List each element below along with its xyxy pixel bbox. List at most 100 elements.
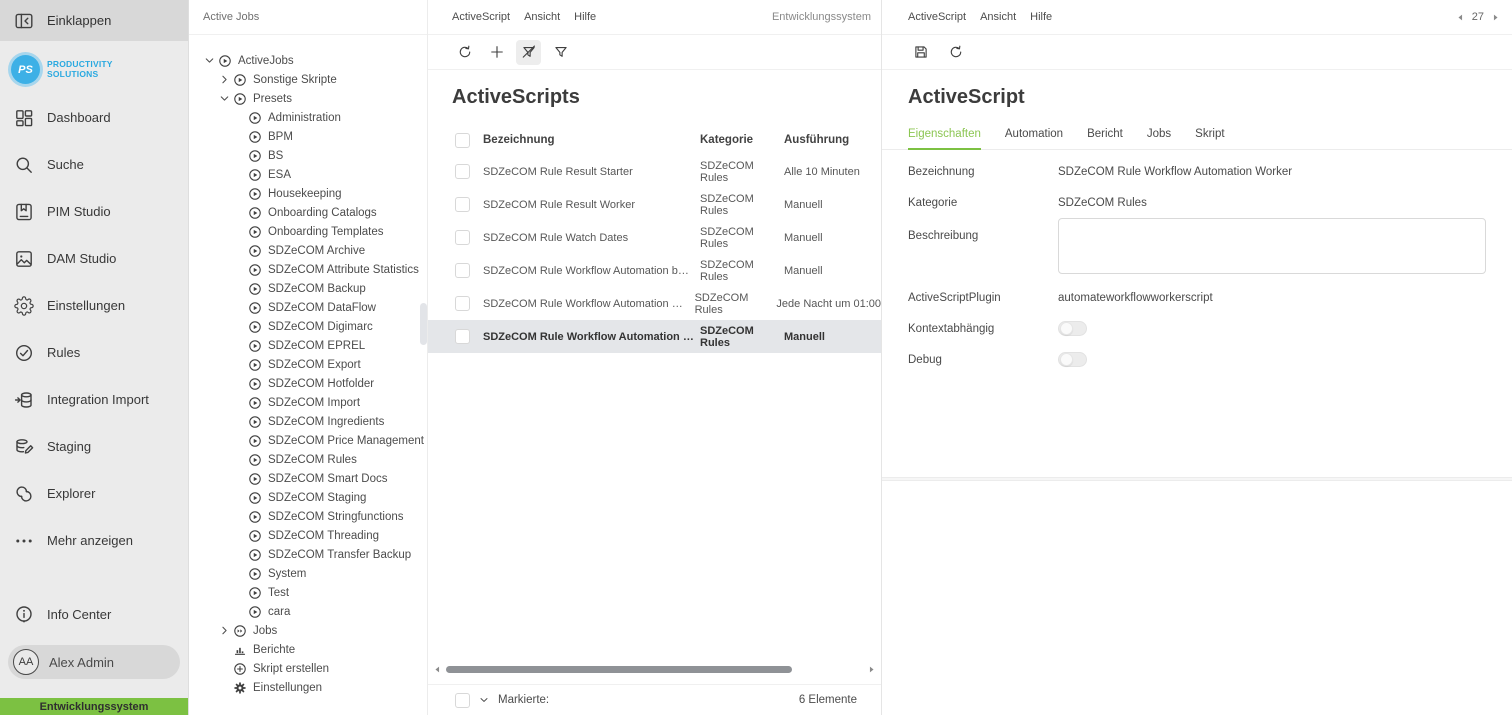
scrollbar-track[interactable] — [442, 666, 867, 673]
tree-node-onboarding-catalogs[interactable]: Onboarding Catalogs — [189, 203, 427, 222]
pager-prev-icon[interactable] — [1456, 13, 1465, 22]
row-checkbox[interactable] — [455, 263, 470, 278]
sidebar-item-pim-studio[interactable]: PIM Studio — [0, 188, 188, 235]
tree-node-sdzecom-staging[interactable]: SDZeCOM Staging — [189, 488, 427, 507]
refresh-button[interactable] — [452, 40, 477, 65]
tree-node-test[interactable]: Test — [189, 583, 427, 602]
tree-node-sdzecom-export[interactable]: SDZeCOM Export — [189, 355, 427, 374]
app-logo[interactable]: PS PRODUCTIVITY SOLUTIONS — [0, 41, 188, 94]
collapse-sidebar-button[interactable]: Einklappen — [0, 0, 188, 41]
filter-button[interactable] — [548, 40, 573, 65]
horizontal-scrollbar[interactable] — [428, 661, 881, 677]
tab-eigenschaften[interactable]: Eigenschaften — [908, 121, 981, 150]
tree-node-sdzecom-stringfunctions[interactable]: SDZeCOM Stringfunctions — [189, 507, 427, 526]
tree-node-onboarding-templates[interactable]: Onboarding Templates — [189, 222, 427, 241]
scroll-right-icon[interactable] — [867, 665, 876, 674]
tree-node-einstellungen[interactable]: Einstellungen — [189, 678, 427, 697]
save-button[interactable] — [908, 40, 933, 65]
detail-menu-hilfe[interactable]: Hilfe — [1030, 11, 1052, 23]
chevron-down-icon[interactable] — [218, 92, 231, 105]
row-checkbox[interactable] — [455, 197, 470, 212]
refresh-button[interactable] — [943, 40, 968, 65]
tree-node-administration[interactable]: Administration — [189, 108, 427, 127]
tab-automation[interactable]: Automation — [1005, 121, 1063, 150]
tree-node-sdzecom-threading[interactable]: SDZeCOM Threading — [189, 526, 427, 545]
tab-jobs[interactable]: Jobs — [1147, 121, 1171, 150]
tree-node-sdzecom-transfer-backup[interactable]: SDZeCOM Transfer Backup — [189, 545, 427, 564]
row-checkbox[interactable] — [455, 230, 470, 245]
sidebar-item-integration-import[interactable]: Integration Import — [0, 376, 188, 423]
tree-node-skript-erstellen[interactable]: Skript erstellen — [189, 659, 427, 678]
chevron-down-icon[interactable] — [203, 54, 216, 67]
tree-node-sdzecom-archive[interactable]: SDZeCOM Archive — [189, 241, 427, 260]
tree-node-berichte[interactable]: Berichte — [189, 640, 427, 659]
tree-node-presets[interactable]: Presets — [189, 89, 427, 108]
chevron-down-icon[interactable] — [478, 694, 490, 706]
kontextabhaengig-toggle[interactable] — [1058, 321, 1087, 336]
row-checkbox[interactable] — [455, 329, 470, 344]
marked-checkbox[interactable] — [455, 693, 470, 708]
table-row[interactable]: SDZeCOM Rule Workflow Automation Starter… — [428, 287, 881, 320]
row-checkbox[interactable] — [455, 164, 470, 179]
tree-node-sdzecom-backup[interactable]: SDZeCOM Backup — [189, 279, 427, 298]
table-row[interactable]: SDZeCOM Rule Watch DatesSDZeCOM RulesMan… — [428, 221, 881, 254]
chevron-right-icon[interactable] — [218, 624, 231, 637]
scrollbar-thumb[interactable] — [446, 666, 792, 673]
tree-node-bpm[interactable]: BPM — [189, 127, 427, 146]
select-all-checkbox[interactable] — [455, 133, 470, 148]
user-menu[interactable]: AA Alex Admin — [8, 645, 180, 679]
column-header-ausfuehrung[interactable]: Ausführung — [784, 134, 881, 146]
sidebar-item-explorer[interactable]: Explorer — [0, 470, 188, 517]
tree-scrollbar-thumb[interactable] — [420, 303, 427, 345]
tree-node-sdzecom-digimarc[interactable]: SDZeCOM Digimarc — [189, 317, 427, 336]
column-header-bezeichnung[interactable]: Bezeichnung — [483, 134, 700, 146]
pager-next-icon[interactable] — [1491, 13, 1500, 22]
add-button[interactable] — [484, 40, 509, 65]
tree-node-cara[interactable]: cara — [189, 602, 427, 621]
list-menu-hilfe[interactable]: Hilfe — [574, 11, 596, 23]
scroll-left-icon[interactable] — [433, 665, 442, 674]
list-menu-activescript[interactable]: ActiveScript — [452, 11, 510, 23]
tree-node-sdzecom-import[interactable]: SDZeCOM Import — [189, 393, 427, 412]
detail-menu-ansicht[interactable]: Ansicht — [980, 11, 1016, 23]
table-row[interactable]: SDZeCOM Rule Workflow Automation by d...… — [428, 254, 881, 287]
tree-node-activejobs[interactable]: ActiveJobs — [189, 51, 427, 70]
sidebar-item-info-center[interactable]: Info Center — [0, 591, 188, 638]
column-header-kategorie[interactable]: Kategorie — [700, 134, 784, 146]
tree-node-sdzecom-dataflow[interactable]: SDZeCOM DataFlow — [189, 298, 427, 317]
table-row[interactable]: SDZeCOM Rule Result StarterSDZeCOM Rules… — [428, 155, 881, 188]
sidebar-item-einstellungen[interactable]: Einstellungen — [0, 282, 188, 329]
beschreibung-textarea[interactable] — [1058, 218, 1486, 274]
sidebar-item-staging[interactable]: Staging — [0, 423, 188, 470]
row-checkbox[interactable] — [455, 296, 470, 311]
tree-node-esa[interactable]: ESA — [189, 165, 427, 184]
debug-toggle[interactable] — [1058, 352, 1087, 367]
sidebar-item-dashboard[interactable]: Dashboard — [0, 94, 188, 141]
tree-node-bs[interactable]: BS — [189, 146, 427, 165]
tree-node-sdzecom-rules[interactable]: SDZeCOM Rules — [189, 450, 427, 469]
tree-node-sdzecom-attribute-statistics[interactable]: SDZeCOM Attribute Statistics — [189, 260, 427, 279]
list-menu-ansicht[interactable]: Ansicht — [524, 11, 560, 23]
tree-node-system[interactable]: System — [189, 564, 427, 583]
sidebar-item-mehr-anzeigen[interactable]: Mehr anzeigen — [0, 517, 188, 564]
table-row[interactable]: SDZeCOM Rule Workflow Automation WorkerS… — [428, 320, 881, 353]
sidebar-item-suche[interactable]: Suche — [0, 141, 188, 188]
filter-off-button[interactable] — [516, 40, 541, 65]
tree-node-housekeeping[interactable]: Housekeeping — [189, 184, 427, 203]
tree-node-sdzecom-eprel[interactable]: SDZeCOM EPREL — [189, 336, 427, 355]
table-row[interactable]: SDZeCOM Rule Result WorkerSDZeCOM RulesM… — [428, 188, 881, 221]
tree-node-sdzecom-smart-docs[interactable]: SDZeCOM Smart Docs — [189, 469, 427, 488]
tree-node-sdzecom-hotfolder[interactable]: SDZeCOM Hotfolder — [189, 374, 427, 393]
tree-node-sonstige-skripte[interactable]: Sonstige Skripte — [189, 70, 427, 89]
detail-menu-activescript[interactable]: ActiveScript — [908, 11, 966, 23]
chevron-spacer — [233, 396, 246, 409]
sidebar-item-dam-studio[interactable]: DAM Studio — [0, 235, 188, 282]
tab-bericht[interactable]: Bericht — [1087, 121, 1123, 150]
tree-node-sdzecom-ingredients[interactable]: SDZeCOM Ingredients — [189, 412, 427, 431]
tree-node-jobs[interactable]: Jobs — [189, 621, 427, 640]
chevron-right-icon[interactable] — [218, 73, 231, 86]
pager-value: 27 — [1472, 11, 1484, 23]
sidebar-item-rules[interactable]: Rules — [0, 329, 188, 376]
tab-skript[interactable]: Skript — [1195, 121, 1224, 150]
tree-node-sdzecom-price-management[interactable]: SDZeCOM Price Management — [189, 431, 427, 450]
